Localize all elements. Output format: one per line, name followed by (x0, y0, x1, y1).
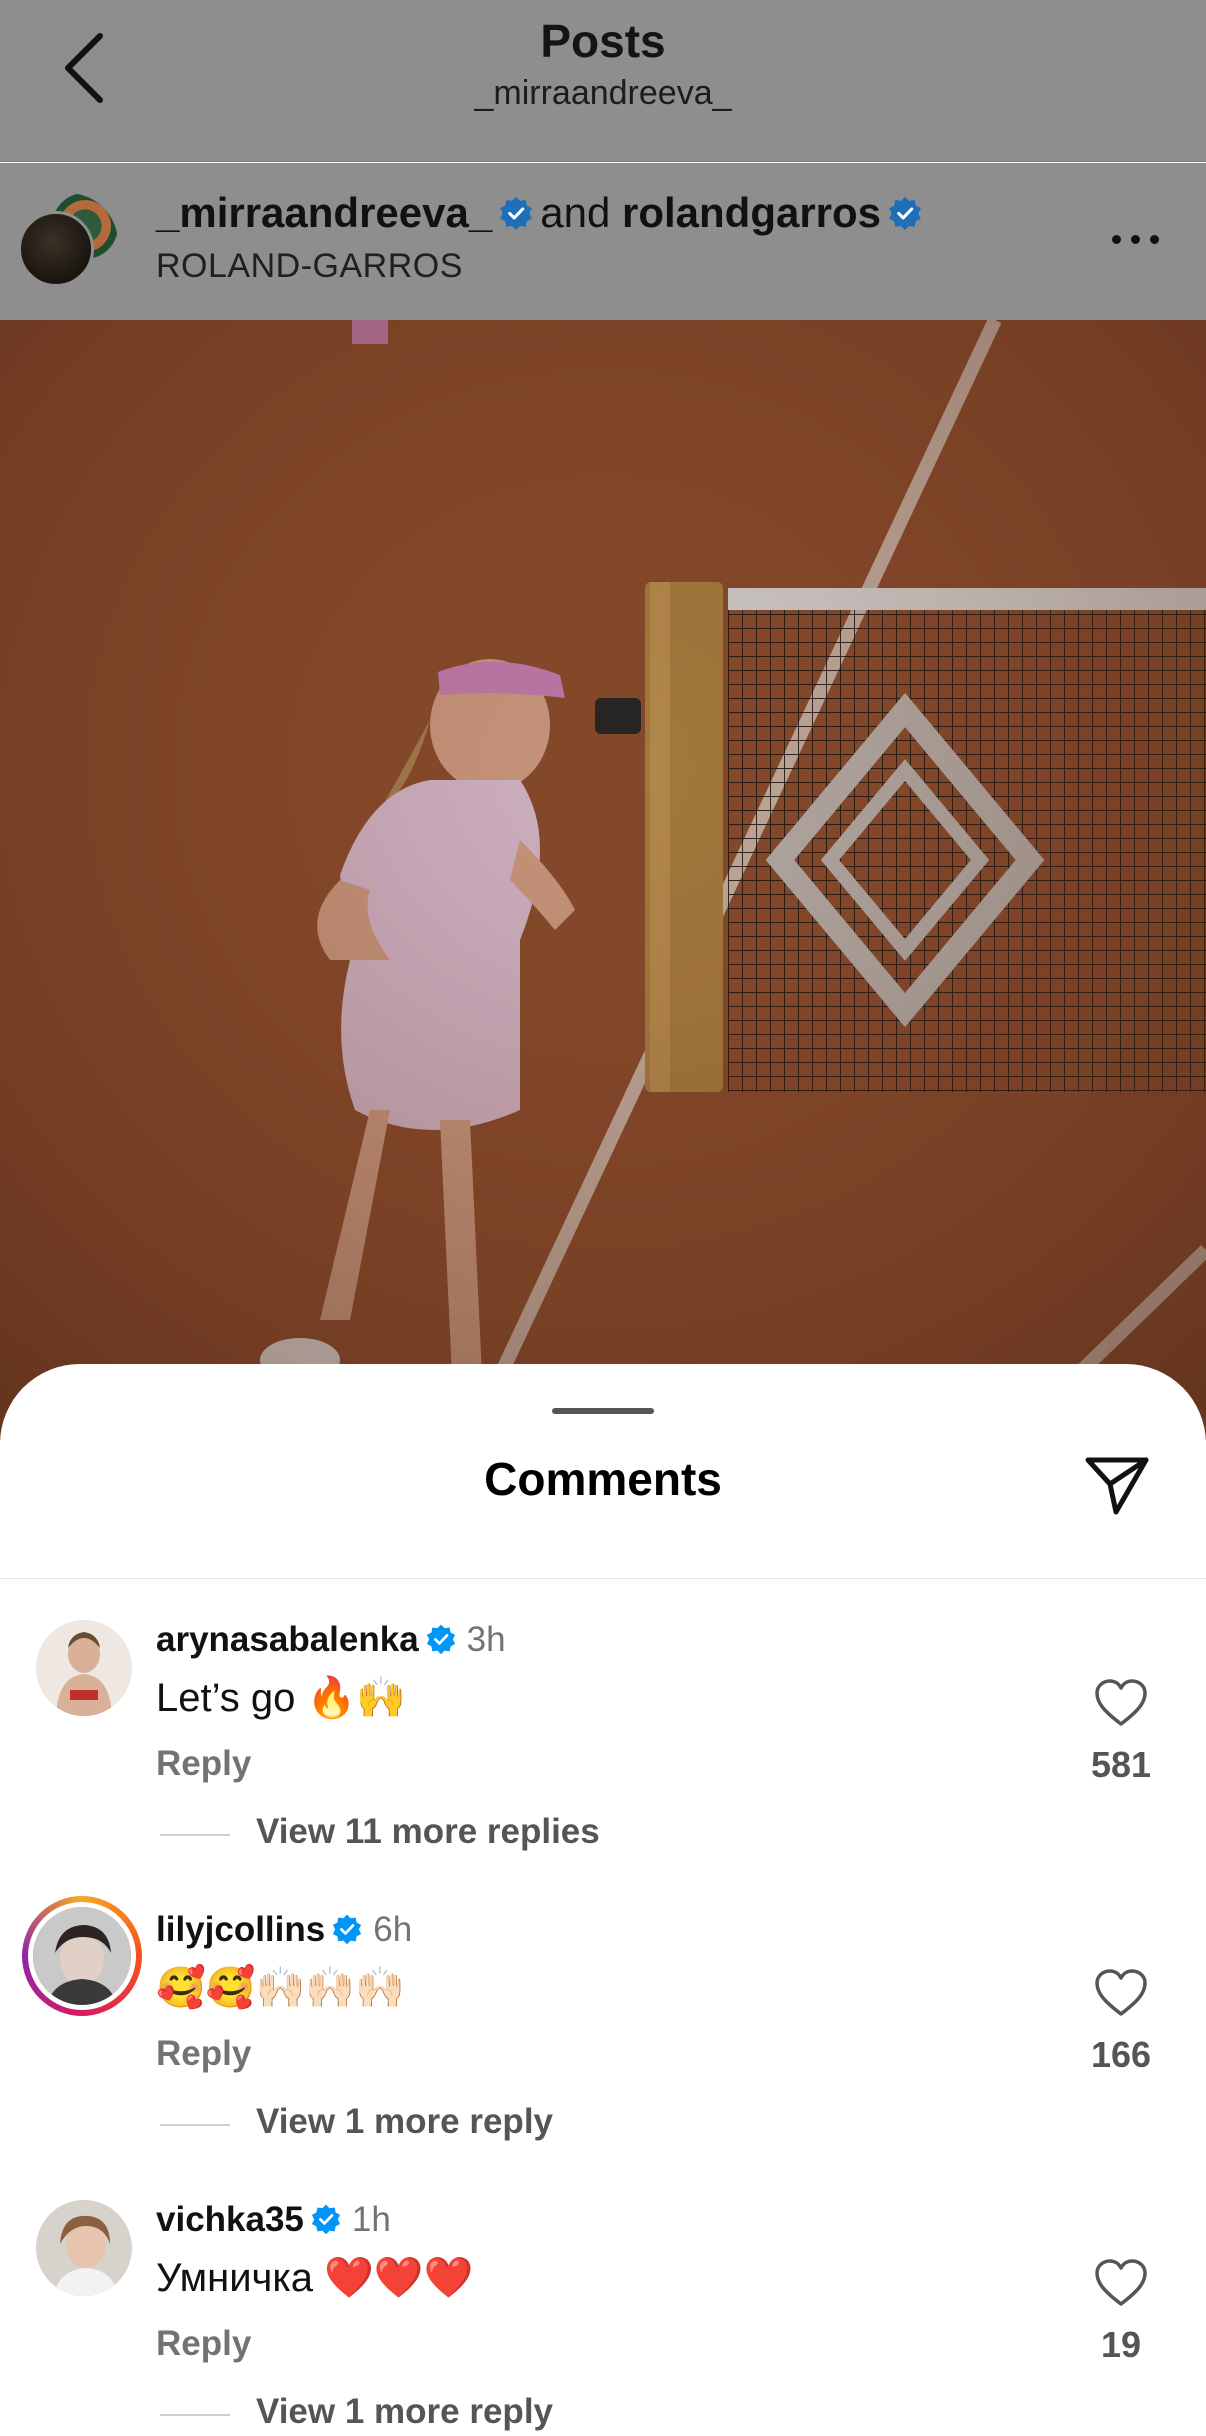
top-navigation-bar: Posts _mirraandreeva_ (0, 0, 1206, 162)
comment-time: 1h (351, 2200, 391, 2239)
comment-item: vichka35 1h Умничка ❤️❤️❤️ Reply 19 View … (0, 2176, 1206, 2436)
comment-item: lilyjcollins 6h 🥰🥰🙌🏻🙌🏻🙌🏻 Reply 166 View 1… (0, 1886, 1206, 2176)
heart-icon[interactable] (1094, 2258, 1148, 2308)
share-send-icon[interactable] (1082, 1450, 1152, 1520)
verified-badge-icon (311, 2204, 340, 2235)
comment-username[interactable]: vichka35 (156, 2200, 304, 2239)
comment-username-row: arynasabalenka 3h (156, 1620, 506, 1660)
view-replies-button[interactable]: View 1 more reply (256, 2102, 553, 2142)
and-connector: and (540, 189, 611, 236)
replies-line (160, 2414, 230, 2416)
comment-text: 🥰🥰🙌🏻🙌🏻🙌🏻 (156, 1966, 406, 2010)
verified-badge-icon (426, 1624, 455, 1655)
author-username[interactable]: _mirraandreeva_ (156, 189, 492, 236)
verified-badge-icon (889, 196, 921, 231)
comment-username-row: vichka35 1h (156, 2200, 391, 2240)
verified-badge-icon (500, 196, 533, 231)
mirraandreeva-avatar (18, 211, 94, 287)
reply-button[interactable]: Reply (156, 2324, 251, 2364)
more-options-icon[interactable] (1106, 225, 1166, 255)
like-count: 581 (1090, 1744, 1152, 1785)
replies-line (160, 1834, 230, 1836)
comment-username[interactable]: lilyjcollins (156, 1910, 325, 1949)
collaborator-username[interactable]: rolandgarros (622, 189, 881, 236)
comment-item: arynasabalenka 3h Let’s go 🔥🙌 Reply 581 V… (0, 1596, 1206, 1886)
like-count: 166 (1090, 2034, 1152, 2075)
heart-icon[interactable] (1094, 1678, 1148, 1728)
comments-sheet: Comments arynasabalenka 3h Let’s go 🔥🙌 Re… (0, 1364, 1206, 2436)
post-header: _mirraandreeva_ and rolandgarros ROLAND-G… (0, 163, 1206, 320)
post-authors: _mirraandreeva_ and rolandgarros (156, 189, 929, 237)
view-replies-button[interactable]: View 11 more replies (256, 1812, 600, 1852)
sheet-divider (0, 1578, 1206, 1579)
view-replies-button[interactable]: View 1 more reply (256, 2392, 553, 2432)
avatar (33, 1907, 131, 2005)
heart-icon[interactable] (1094, 1968, 1148, 2018)
collab-avatar[interactable] (18, 193, 118, 293)
page-subtitle-username: _mirraandreeva_ (474, 74, 732, 112)
verified-badge-icon (333, 1914, 362, 1945)
post-location[interactable]: ROLAND-GARROS (156, 247, 463, 286)
reply-button[interactable]: Reply (156, 1744, 251, 1784)
comments-title: Comments (484, 1453, 722, 1505)
comment-time: 6h (373, 1910, 413, 1949)
page-title: Posts (540, 15, 666, 67)
comment-time: 3h (466, 1620, 506, 1659)
avatar[interactable] (36, 1620, 132, 1716)
avatar-story-ring[interactable] (22, 1896, 142, 2016)
avatar[interactable] (36, 2200, 132, 2296)
sheet-drag-handle[interactable] (552, 1408, 654, 1414)
tennis-court-photo (0, 320, 1206, 1440)
comment-text: Let’s go 🔥🙌 (156, 1676, 407, 1720)
replies-line (160, 2124, 230, 2126)
post-image[interactable] (0, 320, 1206, 1440)
like-count: 19 (1100, 2324, 1142, 2365)
comment-username[interactable]: arynasabalenka (156, 1620, 419, 1659)
reply-button[interactable]: Reply (156, 2034, 251, 2074)
comment-username-row: lilyjcollins 6h (156, 1910, 412, 1950)
comment-text: Умничка ❤️❤️❤️ (156, 2256, 474, 2300)
